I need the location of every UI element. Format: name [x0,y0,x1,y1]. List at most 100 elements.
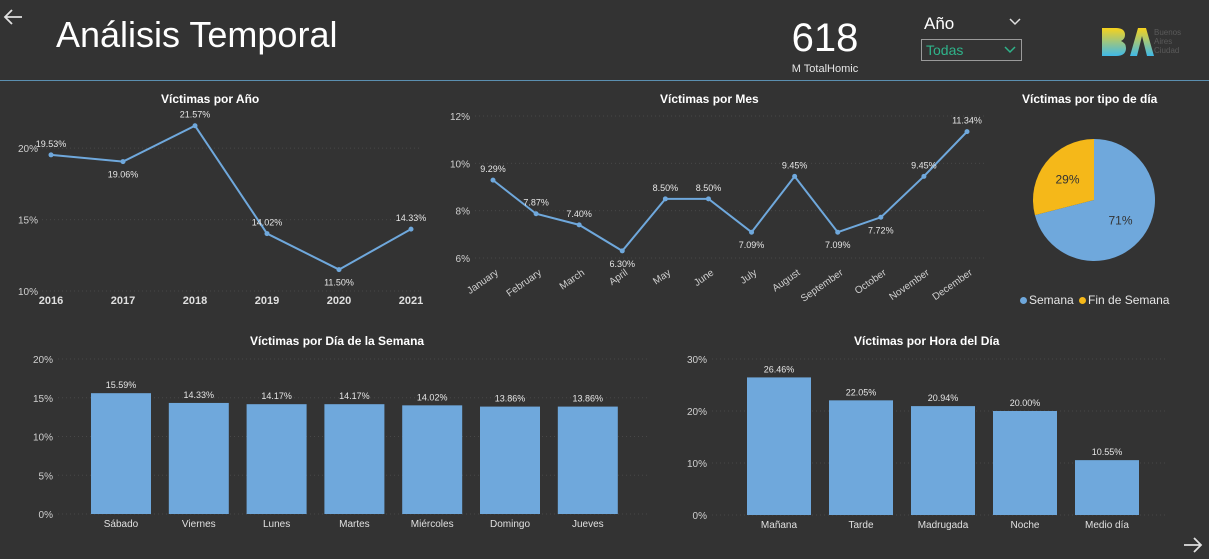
legend-item-fin-de-semana[interactable]: Fin de Semana [1077,293,1169,307]
data-label: 9.45% [911,160,937,170]
data-point [192,123,198,129]
data-label: 14.02% [252,218,283,228]
y-tick-label: 10% [18,287,38,298]
data-label: 21.57% [180,110,211,120]
data-point [490,177,496,183]
data-label: 11.50% [324,278,354,288]
bar [747,377,811,515]
y-tick-label: 12% [450,112,470,123]
y-tick-label: 8% [456,207,471,218]
x-tick-label: Mañana [761,520,798,531]
x-tick-label: Jueves [572,519,604,530]
data-label: 14.17% [261,391,292,401]
ba-logo [1102,28,1154,56]
data-label: 13.86% [573,394,604,404]
bar [168,402,229,514]
bar [480,406,540,514]
data-label: 7.72% [868,225,894,235]
line-chart-victimas-por-mes: 6%8%10%12%9.29%7.87%7.40%6.30%8.50% 8.50%… [450,112,985,305]
year-slicer-dropdown[interactable]: Todas [921,39,1022,61]
series-line [50,124,412,271]
bar [1075,460,1139,515]
data-point [576,222,582,228]
bar-chart-hora-dia: 0% 10% 20% 30% 26.46% Mañana 22.05% Tarde 20.94%… [687,355,1165,531]
data-label: 15.59% [106,380,137,390]
pie-legend: Semana Fin de Semana [1020,293,1169,307]
data-point [48,152,54,158]
slicer-title: Año [924,14,955,33]
data-label: 20.94% [928,393,959,403]
legend-item-semana[interactable]: Semana [1020,293,1074,307]
x-tick-label: November [888,267,933,303]
data-label: 14.02% [417,392,448,402]
arrow-left-icon[interactable] [2,6,24,28]
data-label: 11.34% [952,116,982,126]
x-tick-label: 2019 [255,295,279,307]
data-point [878,214,884,220]
logo-text: Buenos Aires Ciudad [1154,28,1182,55]
x-tick-label: January [465,267,500,296]
data-label: 9.45% [782,160,808,170]
data-label: 13.86% [495,394,526,404]
y-tick-label: 20% [687,407,707,418]
y-tick-label: 10% [687,459,707,470]
chevron-down-icon[interactable] [1008,16,1022,28]
bar-chart-dia-semana: 0% 5% 10% 15% 20% 15.59% Sábado 14.33% Viernes 14… [33,355,650,530]
x-tick-label: July [738,267,759,286]
pie-slice-label: 29% [1055,172,1079,186]
y-tick-label: 20% [33,355,53,366]
bar [993,411,1057,515]
header-divider [0,80,1209,81]
bar [324,404,385,514]
arrow-right-icon[interactable] [1182,534,1204,556]
y-tick-label: 5% [39,471,54,482]
x-tick-label: February [505,267,544,299]
legend-dot [1079,297,1087,305]
data-label: 7.09% [739,240,765,250]
data-point [921,173,927,179]
x-tick-label: 2016 [39,295,63,307]
data-point [749,229,755,235]
kpi-card-value: 618 [791,16,859,60]
data-point [533,211,539,217]
x-tick-label: March [558,267,587,292]
x-tick-label: Martes [339,519,370,530]
bar [91,393,151,514]
y-tick-label: 6% [456,254,471,265]
x-tick-label: Viernes [182,519,216,530]
series-line [492,130,968,253]
data-point [792,173,798,179]
data-point [662,196,668,202]
bar [557,406,618,514]
y-tick-label: 0% [693,511,708,522]
data-label: 19.53% [36,139,67,149]
data-point [835,229,841,235]
data-point [408,226,414,232]
data-label: 14.17% [339,391,370,401]
x-tick-label: Lunes [263,519,290,530]
chart-title-tipo-dia: Víctimas por tipo de día [1022,92,1158,106]
y-tick-label: 30% [687,355,707,366]
x-tick-label: October [853,267,889,297]
y-tick-label: 10% [33,433,53,444]
x-tick-label: Domingo [490,519,530,530]
x-tick-label: 2017 [111,295,135,307]
data-label: 7.09% [825,240,851,250]
x-tick-label: June [692,267,716,289]
page-title: Análisis Temporal [56,14,338,55]
data-point [336,267,342,273]
data-label: 9.29% [480,164,506,174]
x-tick-label: August [771,267,803,294]
data-point [120,159,126,165]
x-tick-label: May [651,267,673,287]
data-label: 14.33% [184,390,215,400]
data-label: 8.50% [653,183,679,193]
x-tick-label: Noche [1011,520,1040,531]
y-tick-label: 15% [33,394,53,405]
x-tick-label: 2021 [399,295,423,307]
data-label: 19.06% [108,170,139,180]
data-point [964,129,970,135]
data-point [264,231,270,237]
x-tick-label: April [607,267,630,287]
x-tick-label: 2020 [327,295,351,307]
